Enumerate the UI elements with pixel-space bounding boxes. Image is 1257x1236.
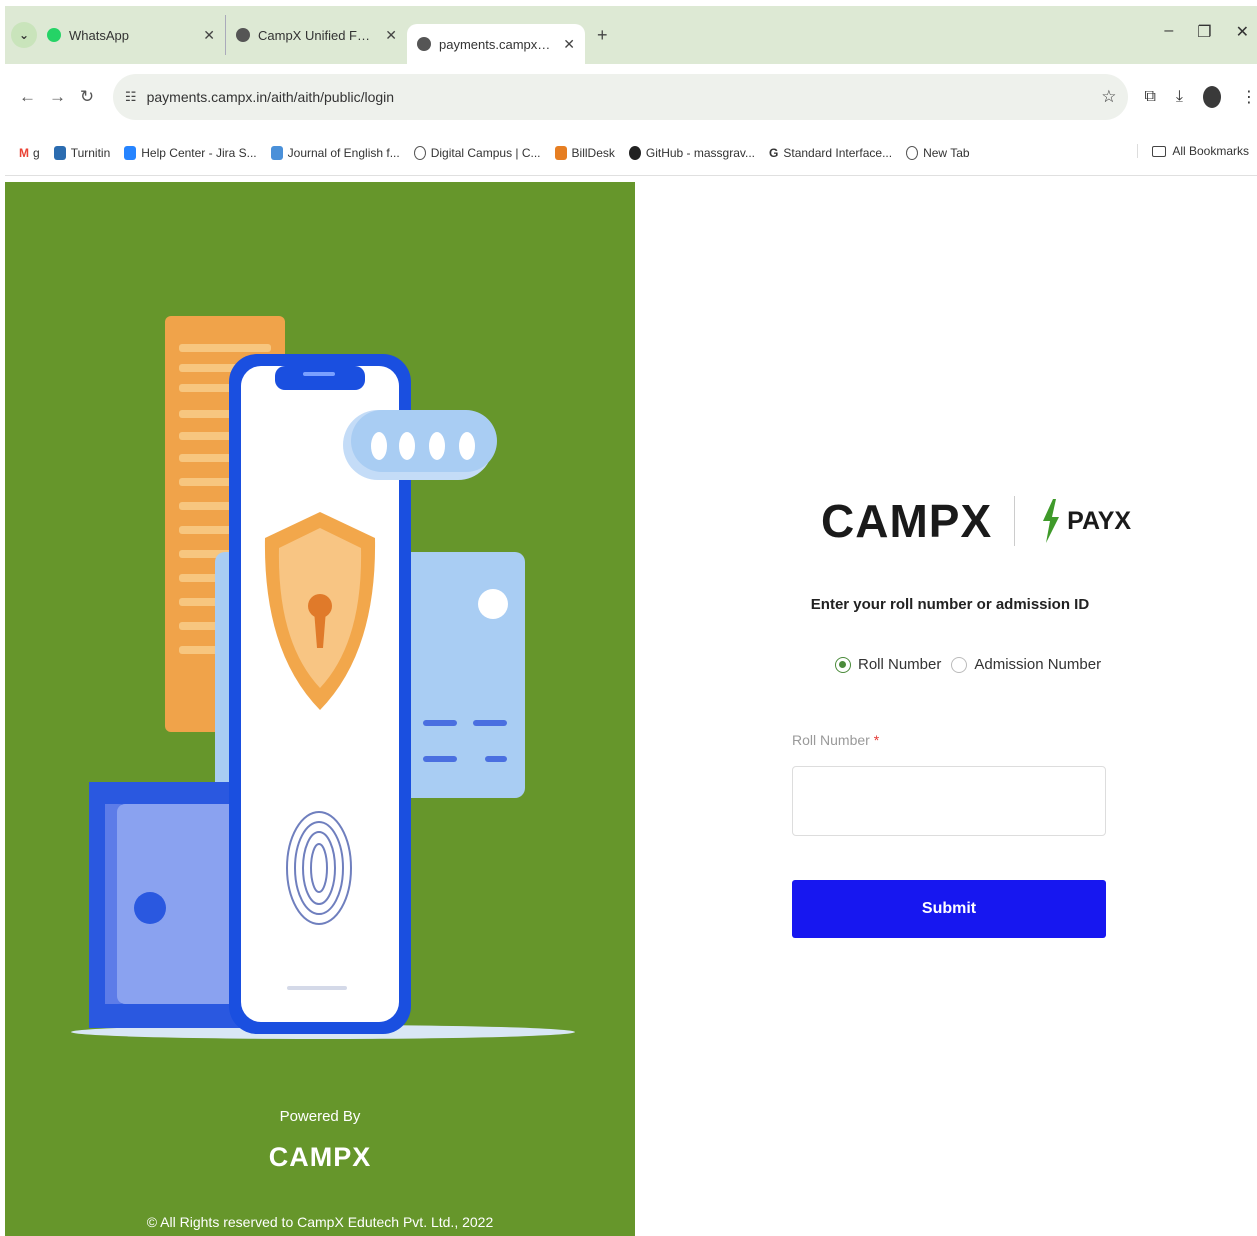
tab-strip: ⌄ WhatsApp ✕ CampX Unified Fee Payments … — [5, 6, 1257, 64]
menu-icon[interactable]: ⋮ — [1241, 87, 1257, 107]
tab-search-button[interactable]: ⌄ — [11, 22, 37, 48]
bookmark-standard-interface[interactable]: G Standard Interface... — [769, 146, 892, 160]
address-bar-row: ← → ↻ ☷ payments.campx.in/aith/aith/publ… — [5, 64, 1257, 130]
minimize-icon[interactable]: – — [1164, 22, 1173, 42]
bookmark-label: New Tab — [923, 145, 970, 160]
toolbar-icons: ⧉ ⤓ ⋮ — [1144, 86, 1257, 108]
url-bar[interactable]: ☷ payments.campx.in/aith/aith/public/log… — [112, 74, 1129, 120]
card-chip — [478, 589, 508, 619]
copyright-text: © All Rights reserved to CampX Edutech P… — [146, 1214, 494, 1230]
bookmark-label: Digital Campus | C... — [430, 145, 541, 160]
google-icon: G — [769, 145, 779, 160]
tab-title: CampX Unified Fee Payments — [258, 27, 375, 43]
bookmark-billdesk[interactable]: BillDesk — [554, 145, 615, 160]
bookmark-label: g — [33, 145, 40, 160]
url-text[interactable]: payments.campx.in/aith/aith/public/login — [147, 89, 1102, 105]
campx-logo: CAMPX — [268, 1142, 372, 1172]
tab-payments-login[interactable]: payments.campx.in/aith/aith/p ✕ — [407, 24, 585, 64]
submit-button[interactable]: Submit — [792, 880, 1106, 938]
close-tab-icon[interactable]: ✕ — [563, 36, 575, 53]
radio-selected-indicator[interactable] — [835, 656, 851, 673]
turnitin-icon — [53, 145, 66, 160]
roll-number-label: Roll Number * — [792, 732, 879, 748]
folder-icon — [1152, 145, 1167, 157]
tab-campx-fees[interactable]: CampX Unified Fee Payments ✕ — [225, 15, 407, 55]
close-tab-icon[interactable]: ✕ — [203, 27, 215, 44]
bookmark-label: Journal of English f... — [287, 145, 400, 160]
bookmarks-bar: M g Turnitin Help Center - Jira S... Jou… — [5, 130, 1257, 176]
bookmark-jira[interactable]: Help Center - Jira S... — [124, 145, 257, 160]
reload-icon[interactable]: ↻ — [79, 87, 95, 107]
payment-illustration — [71, 316, 575, 1039]
tab-whatsapp[interactable]: WhatsApp ✕ — [37, 15, 225, 55]
id-type-radio-group: Roll Number Admission Number — [835, 656, 1111, 673]
required-asterisk: * — [873, 732, 880, 748]
new-tab-button[interactable]: + — [597, 25, 608, 46]
bookmark-label: GitHub - massgrav... — [645, 145, 756, 160]
bookmark-digital-campus[interactable]: Digital Campus | C... — [413, 145, 541, 160]
login-prompt: Enter your roll number or admission ID — [810, 596, 1090, 613]
powered-by-text: Powered By — [279, 1108, 361, 1125]
extensions-icon[interactable]: ⧉ — [1144, 88, 1155, 106]
github-icon — [628, 145, 641, 160]
radio-label: Admission Number — [974, 656, 1102, 673]
brand-logos: CAMPX PAYX — [821, 494, 1131, 548]
profile-avatar[interactable] — [1203, 86, 1221, 108]
jira-icon — [124, 145, 137, 160]
all-bookmarks[interactable]: All Bookmarks — [1137, 144, 1249, 158]
bookmark-label: Turnitin — [70, 145, 111, 160]
close-tab-icon[interactable]: ✕ — [385, 27, 397, 44]
new-tab-icon — [906, 145, 919, 160]
forward-icon[interactable]: → — [49, 87, 66, 107]
whatsapp-icon — [47, 28, 61, 42]
payx-logo: PAYX — [1067, 506, 1132, 535]
bookmark-label: Help Center - Jira S... — [141, 145, 257, 160]
bolt-icon — [1043, 499, 1060, 543]
close-window-icon[interactable]: ✕ — [1236, 22, 1249, 42]
globe-icon — [417, 37, 431, 51]
billdesk-icon — [554, 145, 567, 160]
bookmark-turnitin[interactable]: Turnitin — [53, 145, 111, 160]
bookmark-label: Standard Interface... — [783, 145, 893, 160]
bookmark-new-tab[interactable]: New Tab — [906, 145, 970, 160]
bookmark-gmail[interactable]: M g — [19, 146, 40, 160]
radio-indicator[interactable] — [951, 656, 968, 673]
banknote-circle — [134, 892, 166, 924]
radio-admission-number[interactable]: Admission Number — [951, 656, 1101, 673]
illustration-panel: Powered By CAMPX © All Rights reserved t… — [5, 182, 635, 1236]
login-panel: CAMPX PAYX Enter your roll number or adm… — [635, 182, 1257, 1236]
campx-logo: CAMPX — [821, 495, 993, 547]
journal-icon — [270, 145, 283, 160]
gmail-icon: M — [19, 145, 29, 160]
download-icon[interactable]: ⤓ — [1176, 88, 1183, 106]
site-settings-icon[interactable]: ☷ — [125, 89, 137, 105]
globe-icon — [236, 28, 250, 42]
tab-title: payments.campx.in/aith/aith/p — [439, 36, 553, 52]
digital-campus-icon — [413, 145, 426, 160]
roll-number-input[interactable] — [792, 766, 1106, 836]
field-label-text: Roll Number — [792, 732, 870, 748]
bookmark-star-icon[interactable]: ☆ — [1101, 87, 1116, 107]
bookmark-label: BillDesk — [571, 145, 615, 160]
back-icon[interactable]: ← — [19, 87, 36, 107]
restore-icon[interactable]: ❐ — [1197, 22, 1211, 42]
tab-title: WhatsApp — [69, 27, 129, 43]
phone-notch — [275, 366, 365, 390]
bookmark-github[interactable]: GitHub - massgrav... — [628, 145, 756, 160]
radio-label: Roll Number — [858, 656, 942, 673]
radio-roll-number[interactable]: Roll Number — [835, 656, 941, 673]
all-bookmarks-label: All Bookmarks — [1172, 144, 1249, 158]
logo-divider — [1014, 496, 1016, 546]
window-controls: – ❐ ✕ — [1164, 22, 1249, 42]
bookmark-journal[interactable]: Journal of English f... — [270, 145, 400, 160]
